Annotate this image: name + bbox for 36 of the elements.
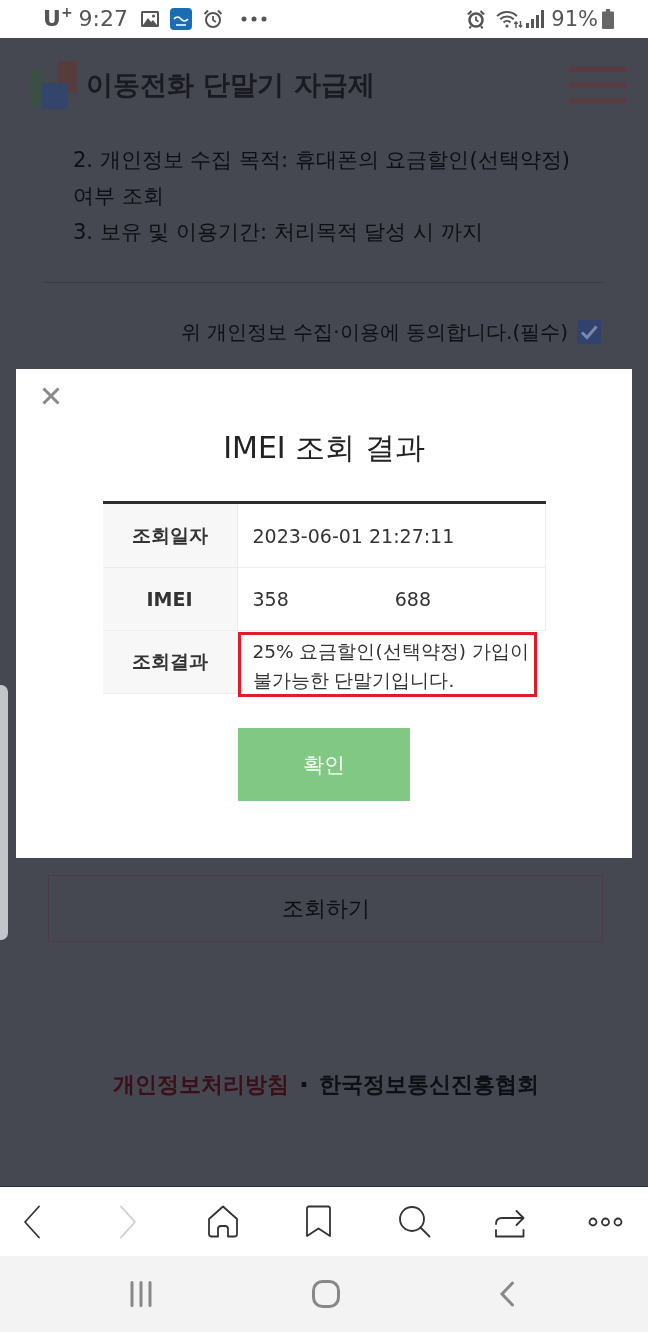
search-icon[interactable]: [398, 1205, 432, 1238]
row-header: 조회일자: [102, 504, 238, 568]
table-cell: 25% 요금할인(선택약정) 가입이 불가능한 단말기입니다.: [237, 632, 537, 697]
row-header: IMEI: [102, 568, 238, 631]
alarm-icon: [203, 9, 223, 29]
dialog-title: IMEI 조회 결과: [223, 429, 425, 467]
row-header: 조회결과: [102, 631, 238, 694]
separator-dot: ·: [299, 1069, 309, 1102]
status-time: 9:27: [78, 6, 128, 32]
footer-link[interactable]: 개인정보처리방침: [113, 1066, 290, 1104]
notice-text: 3. 보유 및 이용기간: 처리목적 달성 시 까지: [73, 219, 484, 246]
imei-digits: 688: [394, 588, 432, 610]
edge-panel-handle[interactable]: [0, 685, 8, 940]
lookup-button[interactable]: 조회하기: [48, 875, 603, 942]
back-icon[interactable]: [23, 1204, 41, 1239]
signal-icon: [526, 10, 546, 28]
table-cell: 2023-06-01 21:27:11: [237, 504, 546, 568]
more-icon: [241, 16, 267, 22]
imei-digits: 358: [252, 588, 289, 610]
image-icon: [141, 11, 159, 27]
recent-apps-icon[interactable]: [129, 1281, 153, 1307]
carrier-label: U$^{+}$: [43, 6, 73, 32]
wifi-icon: [496, 9, 524, 29]
more-icon[interactable]: [588, 1216, 624, 1227]
footer-link[interactable]: 한국정보통신진흥협회: [318, 1066, 539, 1104]
confirm-button[interactable]: 확인: [238, 728, 410, 801]
battery-percent: 91%: [551, 6, 598, 32]
notice-text: 2. 개인정보 수집 목적: 휴대폰의 요금할인(선택약정) 여부 조회: [73, 147, 571, 210]
close-icon[interactable]: [42, 387, 60, 405]
alarm-icon: [466, 9, 487, 29]
agreement-label: 위 개인정보 수집·이용에 동의합니다.(필수): [180, 318, 568, 346]
agree-checkbox[interactable]: [577, 320, 601, 344]
bookmark-icon[interactable]: [305, 1205, 333, 1238]
home-icon[interactable]: [207, 1205, 240, 1238]
battery-icon: [602, 9, 614, 29]
app-icon: [170, 8, 192, 30]
